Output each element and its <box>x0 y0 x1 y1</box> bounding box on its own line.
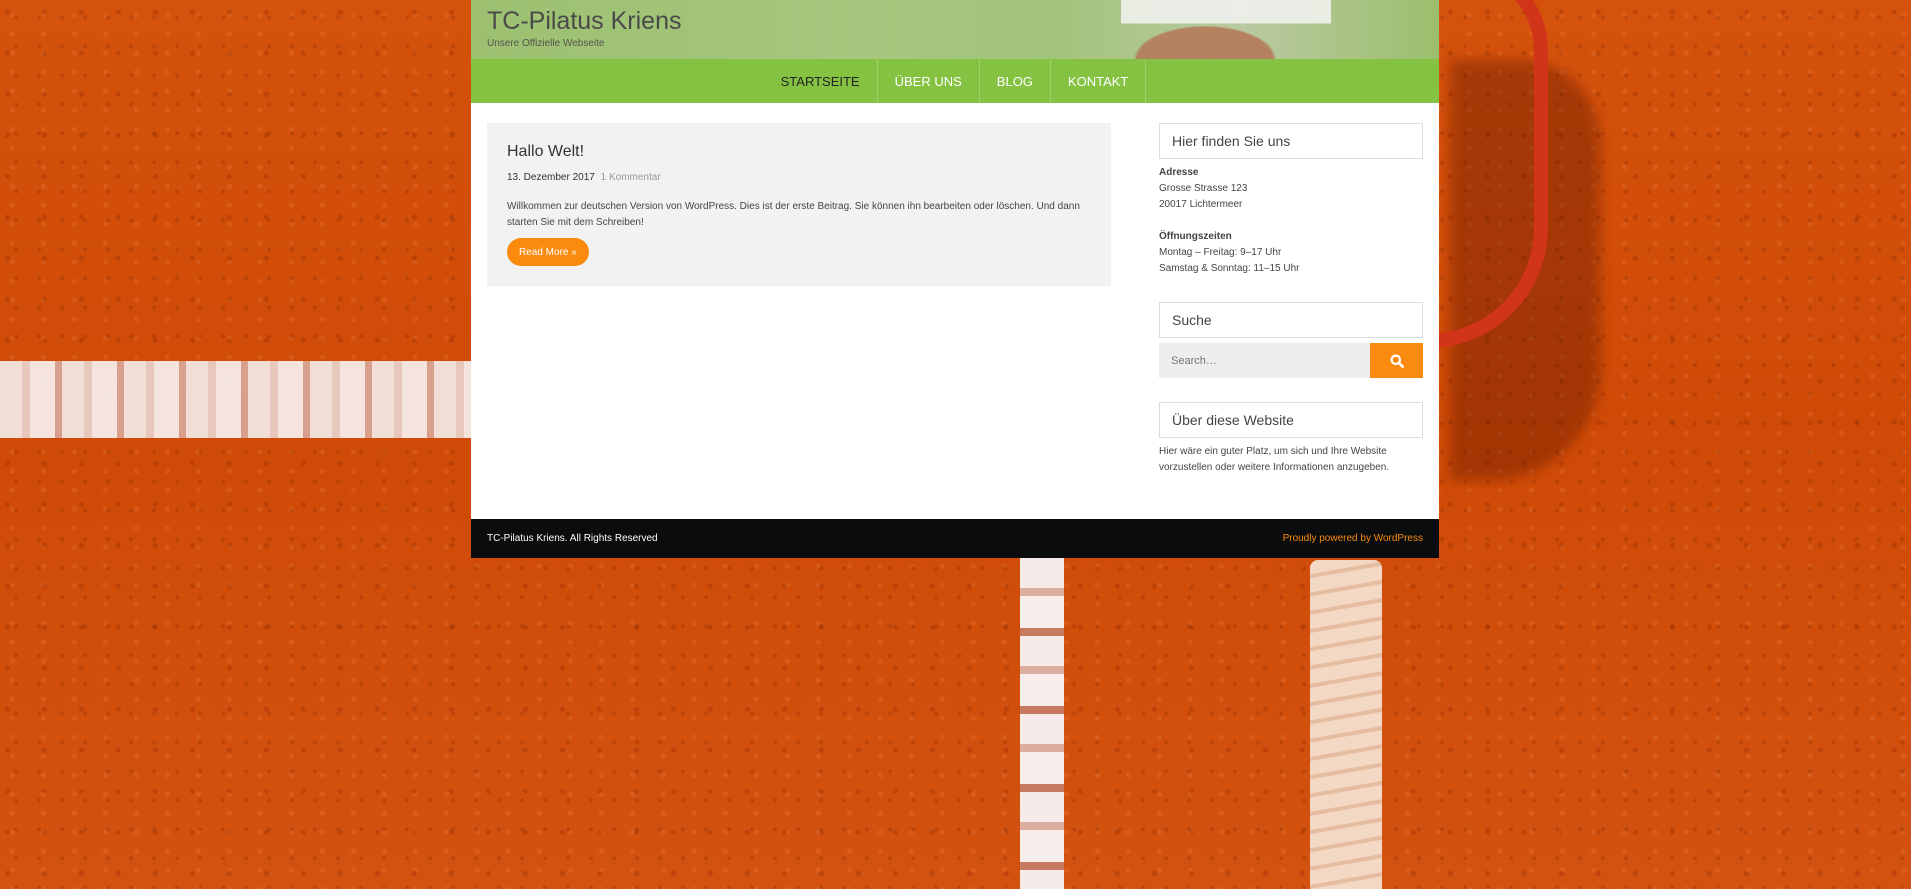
search-input[interactable] <box>1159 343 1370 378</box>
main-content: Hallo Welt! 13. Dezember 2017 1 Kommenta… <box>471 103 1439 519</box>
site-title[interactable]: TC-Pilatus Kriens <box>487 7 682 36</box>
search-form <box>1159 343 1423 378</box>
search-icon <box>1390 354 1404 368</box>
sidebar: Hier finden Sie uns Adresse Grosse Stras… <box>1159 123 1423 476</box>
background-racket-handle <box>1310 560 1382 889</box>
site-container: TC-Pilatus Kriens Unsere Offizielle Webs… <box>471 0 1439 558</box>
widget-title-find-us: Hier finden Sie uns <box>1159 123 1423 159</box>
hours-label: Öffnungszeiten <box>1159 231 1232 242</box>
address-block: Adresse Grosse Strasse 123 20017 Lichter… <box>1159 165 1423 277</box>
background-court-line <box>0 361 475 438</box>
nav-item-kontakt[interactable]: KONTAKT <box>1051 59 1147 103</box>
post-date[interactable]: 13. Dezember 2017 <box>507 172 595 183</box>
post-title[interactable]: Hallo Welt! <box>507 143 584 161</box>
nav-item-ueber-uns[interactable]: ÜBER UNS <box>878 59 980 103</box>
search-button[interactable] <box>1370 343 1423 378</box>
about-text: Hier wäre ein guter Platz, um sich und I… <box>1159 446 1390 473</box>
site-description: Unsere Offizielle Webseite <box>487 38 605 49</box>
header-banner-image <box>1121 0 1331 59</box>
address-line: Grosse Strasse 123 <box>1159 183 1248 194</box>
nav-item-blog[interactable]: BLOG <box>980 59 1051 103</box>
footer-powered-link[interactable]: Proudly powered by WordPress <box>1283 533 1423 544</box>
address-label: Adresse <box>1159 167 1199 178</box>
hours-line: Montag – Freitag: 9–17 Uhr <box>1159 247 1282 258</box>
hours-line: Samstag & Sonntag: 11–15 Uhr <box>1159 263 1300 274</box>
widget-title-about: Über diese Website <box>1159 402 1423 438</box>
site-footer: TC-Pilatus Kriens. All Rights Reserved P… <box>471 519 1439 558</box>
post-comments-link[interactable]: 1 Kommentar <box>601 172 661 183</box>
site-header: TC-Pilatus Kriens Unsere Offizielle Webs… <box>471 0 1439 59</box>
nav-item-startseite[interactable]: STARTSEITE <box>764 59 878 103</box>
widget-title-search: Suche <box>1159 302 1423 338</box>
address-line: 20017 Lichtermeer <box>1159 199 1243 210</box>
post-excerpt: Willkommen zur deutschen Version von Wor… <box>507 201 1080 228</box>
post-card: Hallo Welt! 13. Dezember 2017 1 Kommenta… <box>487 123 1111 286</box>
main-navigation: STARTSEITE ÜBER UNS BLOG KONTAKT <box>471 59 1439 103</box>
background-court-line-vertical <box>1020 558 1064 889</box>
post-meta: 13. Dezember 2017 1 Kommentar <box>507 172 661 183</box>
read-more-button[interactable]: Read More » <box>507 238 589 266</box>
footer-copyright: TC-Pilatus Kriens. All Rights Reserved <box>487 533 658 544</box>
